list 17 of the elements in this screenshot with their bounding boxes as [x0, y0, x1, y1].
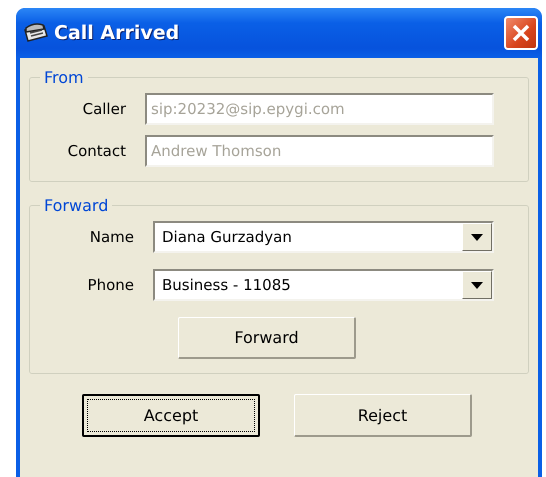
telephone-icon	[22, 22, 48, 44]
dialog-button[interactable]: Accept	[82, 394, 260, 437]
dropdown-field[interactable]: Business - 11085	[153, 269, 494, 301]
close-button[interactable]	[504, 16, 538, 50]
field-label: Name	[88, 228, 135, 246]
caret-icon	[471, 282, 483, 288]
field-label: Phone	[86, 276, 135, 294]
close-icon	[511, 23, 531, 43]
caret-icon	[471, 234, 483, 240]
field-label: Caller	[82, 100, 127, 118]
dialog-button[interactable]: Reject	[294, 394, 472, 437]
forward-button[interactable]: Forward	[178, 317, 356, 359]
group-title: From	[43, 68, 85, 87]
field-label: Contact	[66, 142, 127, 160]
dropdown-field[interactable]: Diana Gurzadyan	[153, 221, 494, 253]
window-title: Call Arrived	[54, 22, 180, 44]
group-title: Forward	[43, 196, 110, 215]
